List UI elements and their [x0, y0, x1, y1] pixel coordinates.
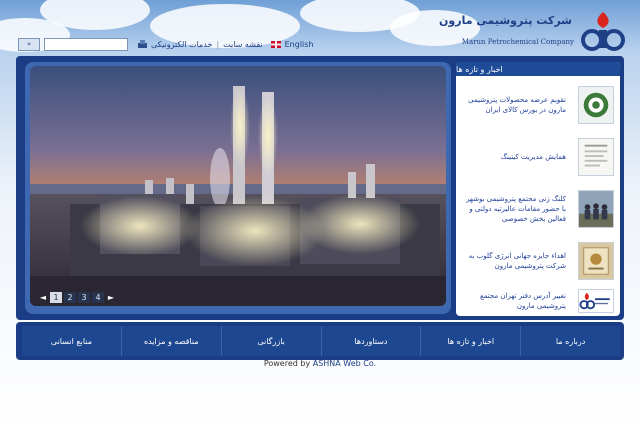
- news-item[interactable]: تغییر آدرس دفتر تهران مجتمع پتروشیمی مار…: [462, 278, 614, 316]
- next-slide-button[interactable]: ►: [106, 292, 116, 303]
- slider-pager: ◄ 1 2 3 4 ►: [38, 292, 116, 303]
- footer-powered-by: Powered by: [263, 359, 311, 368]
- nav-item-commerce[interactable]: بازرگانی: [220, 326, 321, 356]
- news-thumbnail-marun-logo: [578, 289, 614, 313]
- english-link[interactable]: English: [285, 40, 314, 49]
- news-item-text[interactable]: تقویم عرضه محصولات پتروشیمی مارون در بور…: [462, 95, 566, 115]
- slide-page-4[interactable]: 4: [92, 292, 104, 303]
- main-nav: درباره ما اخبار و تازه ها دستاوردها بازر…: [22, 326, 620, 356]
- news-panel: اخبار و تازه ها تقویم عرضه محصولات پتروش…: [456, 62, 620, 316]
- top-links-bar: » خدمات الکترونیکی | نقشه سایت English: [18, 37, 314, 51]
- uk-flag-icon: [270, 40, 281, 48]
- nav-item-news[interactable]: اخبار و تازه ها: [420, 326, 520, 356]
- sitemap-link[interactable]: نقشه سایت: [223, 40, 262, 49]
- slide-page-3[interactable]: 3: [78, 292, 90, 303]
- slide-page-1[interactable]: 1: [50, 292, 62, 303]
- slide-page-2[interactable]: 2: [64, 292, 76, 303]
- nav-item-human-resources[interactable]: منابع انسانی: [22, 326, 121, 356]
- news-item-text[interactable]: تغییر آدرس دفتر تهران مجتمع پتروشیمی مار…: [462, 291, 566, 311]
- company-emblem-icon: [581, 12, 625, 51]
- news-panel-title[interactable]: اخبار و تازه ها: [456, 65, 503, 74]
- logo-name-fa: شرکت پتروشیمی مارون: [439, 14, 572, 27]
- news-item-text[interactable]: همایش مدیریت کیتینگ: [462, 152, 566, 162]
- news-thumbnail-document: [578, 138, 614, 176]
- news-thumbnail-exchange-logo: [578, 86, 614, 124]
- logo-name-en: Marun Petrochemical Company: [461, 38, 574, 46]
- prev-slide-button[interactable]: ◄: [38, 292, 48, 303]
- footer-brand-link[interactable]: ASHNA Web Co.: [313, 359, 376, 368]
- footer: Powered by ASHNA Web Co.: [0, 359, 640, 371]
- slideshow-image[interactable]: [30, 66, 446, 306]
- news-item[interactable]: همایش مدیریت کیتینگ: [462, 134, 614, 180]
- nav-item-tenders[interactable]: مناقصه و مزایده: [120, 326, 221, 356]
- news-item[interactable]: کلنگ زنی مجتمع پتروشیمی بوشهر با حضور مق…: [462, 186, 614, 232]
- refinery-photo: [30, 66, 446, 306]
- eservices-link[interactable]: خدمات الکترونیکی: [151, 40, 212, 49]
- divider: |: [216, 39, 220, 49]
- news-item-text[interactable]: کلنگ زنی مجتمع پتروشیمی بوشهر با حضور مق…: [462, 194, 566, 224]
- nav-item-achievements[interactable]: دستاوردها: [320, 326, 421, 356]
- news-item-text[interactable]: اهداء جایزه جهانی انرژی گلوب به شرکت پتر…: [462, 251, 566, 271]
- news-panel-header: اخبار و تازه ها: [456, 62, 620, 76]
- news-thumbnail-ceremony-photo: [578, 190, 614, 228]
- search-input[interactable]: [44, 37, 128, 51]
- news-thumbnail-award-certificate: [578, 242, 614, 280]
- company-logo[interactable]: شرکت پتروشیمی مارون Marun Petrochemical …: [439, 6, 626, 52]
- eservices-icon: [138, 40, 147, 48]
- search-button[interactable]: »: [18, 37, 40, 51]
- news-item[interactable]: تقویم عرضه محصولات پتروشیمی مارون در بور…: [462, 82, 614, 128]
- nav-item-about[interactable]: درباره ما: [520, 326, 620, 356]
